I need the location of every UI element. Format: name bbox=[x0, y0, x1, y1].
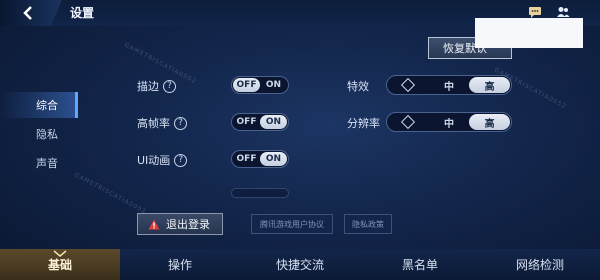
warning-icon bbox=[148, 219, 160, 229]
caret-down-icon bbox=[53, 250, 67, 257]
toggle-on-option[interactable]: ON bbox=[260, 115, 287, 129]
toggle-off-option[interactable]: OFF bbox=[233, 152, 260, 166]
high-fps-toggle[interactable]: OFF ON bbox=[231, 113, 289, 131]
outline-toggle[interactable]: OFF ON bbox=[231, 76, 289, 94]
partial-toggle[interactable] bbox=[231, 188, 289, 198]
tab-quick-chat[interactable]: 快捷交流 bbox=[240, 249, 360, 280]
toggle-on-option[interactable]: ON bbox=[260, 78, 287, 92]
effects-mid-option[interactable]: 中 bbox=[429, 77, 470, 93]
effects-setting-label: 特效 bbox=[347, 80, 369, 93]
resolution-mid-option[interactable]: 中 bbox=[429, 114, 470, 130]
high-fps-setting-label: 高帧率 ? bbox=[137, 115, 187, 131]
ui-animation-setting-label: UI动画 ? bbox=[137, 152, 188, 168]
tab-basic[interactable]: 基础 bbox=[0, 249, 120, 280]
redaction-box bbox=[475, 18, 583, 48]
resolution-high-option[interactable]: 高 bbox=[469, 114, 511, 130]
bottom-nav: 基础 操作 快捷交流 黑名单 网络检测 bbox=[0, 249, 600, 280]
resolution-low-option[interactable] bbox=[388, 114, 429, 130]
resolution-quality-selector[interactable]: 中 高 bbox=[386, 112, 512, 132]
tab-network-check[interactable]: 网络检测 bbox=[480, 249, 600, 280]
logout-button[interactable]: 退出登录 bbox=[137, 213, 223, 235]
toggle-on-option[interactable]: ON bbox=[260, 152, 287, 166]
toggle-off-option[interactable]: OFF bbox=[233, 78, 260, 92]
help-icon[interactable]: ? bbox=[174, 153, 188, 167]
diamond-icon bbox=[401, 77, 416, 93]
effects-high-option[interactable]: 高 bbox=[469, 77, 511, 93]
friends-icon[interactable] bbox=[556, 6, 570, 18]
help-icon[interactable]: ? bbox=[163, 79, 176, 93]
tab-blacklist[interactable]: 黑名单 bbox=[360, 249, 480, 280]
diamond-icon bbox=[401, 114, 416, 130]
back-arrow-icon bbox=[23, 6, 32, 20]
ui-animation-toggle[interactable]: OFF ON bbox=[231, 150, 289, 168]
watermark: GAMETRISCATIA0052 bbox=[73, 171, 148, 216]
tab-controls[interactable]: 操作 bbox=[120, 249, 240, 280]
toggle-off-option[interactable]: OFF bbox=[233, 115, 260, 129]
sidebar-item-sound[interactable]: 声音 bbox=[0, 150, 78, 176]
sidebar-item-general[interactable]: 综合 bbox=[0, 92, 78, 118]
effects-low-option[interactable] bbox=[388, 77, 429, 93]
user-agreement-link[interactable]: 腾讯游戏用户协议 bbox=[251, 214, 333, 234]
chat-icon[interactable] bbox=[528, 6, 542, 18]
page-title: 设置 bbox=[70, 6, 95, 20]
resolution-setting-label: 分辨率 bbox=[347, 117, 380, 130]
help-icon[interactable]: ? bbox=[174, 116, 187, 130]
privacy-policy-link[interactable]: 隐私政策 bbox=[344, 214, 392, 234]
outline-setting-label: 描边 ? bbox=[137, 78, 176, 94]
effects-quality-selector[interactable]: 中 高 bbox=[386, 75, 512, 95]
sidebar-item-privacy[interactable]: 隐私 bbox=[0, 121, 78, 147]
